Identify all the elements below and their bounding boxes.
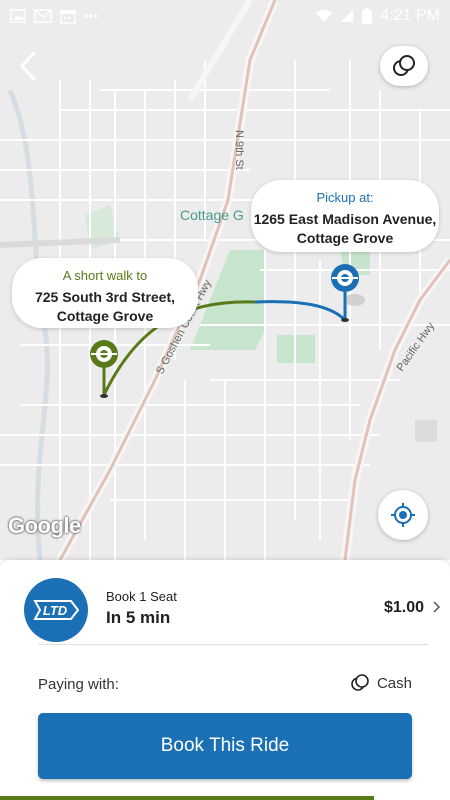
eta-label: In 5 min: [106, 608, 171, 627]
ride-options-icon: [393, 55, 415, 76]
paying-with-label: Paying with:: [38, 676, 119, 693]
ltd-logo-text: LTD: [43, 603, 68, 618]
book-ride-button[interactable]: Book This Ride: [38, 713, 412, 779]
price-label: $1.00: [383, 599, 424, 616]
my-location-icon: [391, 503, 415, 527]
back-button[interactable]: [14, 48, 46, 84]
walk-callout-label: A short walk to: [62, 268, 148, 283]
payment-method-label: Cash: [376, 674, 412, 692]
battery-icon: [362, 8, 373, 24]
pickup-callout: Pickup at: 1265 East Madison Avenue, Cot…: [251, 180, 439, 252]
street-label-n-9th-st: N 9th St: [233, 130, 245, 170]
progress-fill: [0, 796, 374, 800]
walk-callout-address: 725 South 3rd Street, Cottage Grove: [34, 289, 176, 324]
google-logo: Google: [8, 513, 81, 538]
payment-method-selector[interactable]: Cash: [351, 674, 412, 692]
pickup-callout-address: 1265 East Madison Avenue, Cottage Grove: [253, 211, 437, 246]
calendar-icon: [60, 9, 76, 24]
my-location-button[interactable]: [378, 490, 428, 540]
book-seat-label: Book 1 Seat: [106, 589, 177, 604]
signal-icon: [341, 10, 354, 22]
progress-bar: [0, 796, 450, 800]
ride-options-button[interactable]: [380, 46, 428, 86]
chevron-right-icon: [433, 601, 441, 613]
pickup-callout-label: Pickup at:: [316, 190, 374, 205]
map-view[interactable]: N 9th St Cottage G S Goshen Coast Hwy Pa…: [0, 0, 450, 560]
city-label: Cottage G: [180, 207, 244, 223]
cash-icon: [351, 674, 369, 691]
wifi-icon: [316, 9, 333, 22]
status-bar: 4:21 PM: [0, 0, 450, 32]
image-icon: [10, 9, 26, 23]
back-arrow-icon: [20, 51, 36, 81]
more-icon: [84, 14, 98, 18]
ride-option-row[interactable]: LTD Book 1 Seat In 5 min $1.00: [0, 560, 450, 646]
walk-callout: A short walk to 725 South 3rd Street, Co…: [12, 258, 198, 328]
divider: [38, 644, 428, 645]
status-time: 4:21 PM: [380, 7, 440, 24]
gmail-icon: [34, 9, 52, 23]
ride-details-sheet: LTD Book 1 Seat In 5 min $1.00 Paying wi…: [0, 560, 450, 800]
ltd-logo: LTD: [24, 578, 88, 642]
